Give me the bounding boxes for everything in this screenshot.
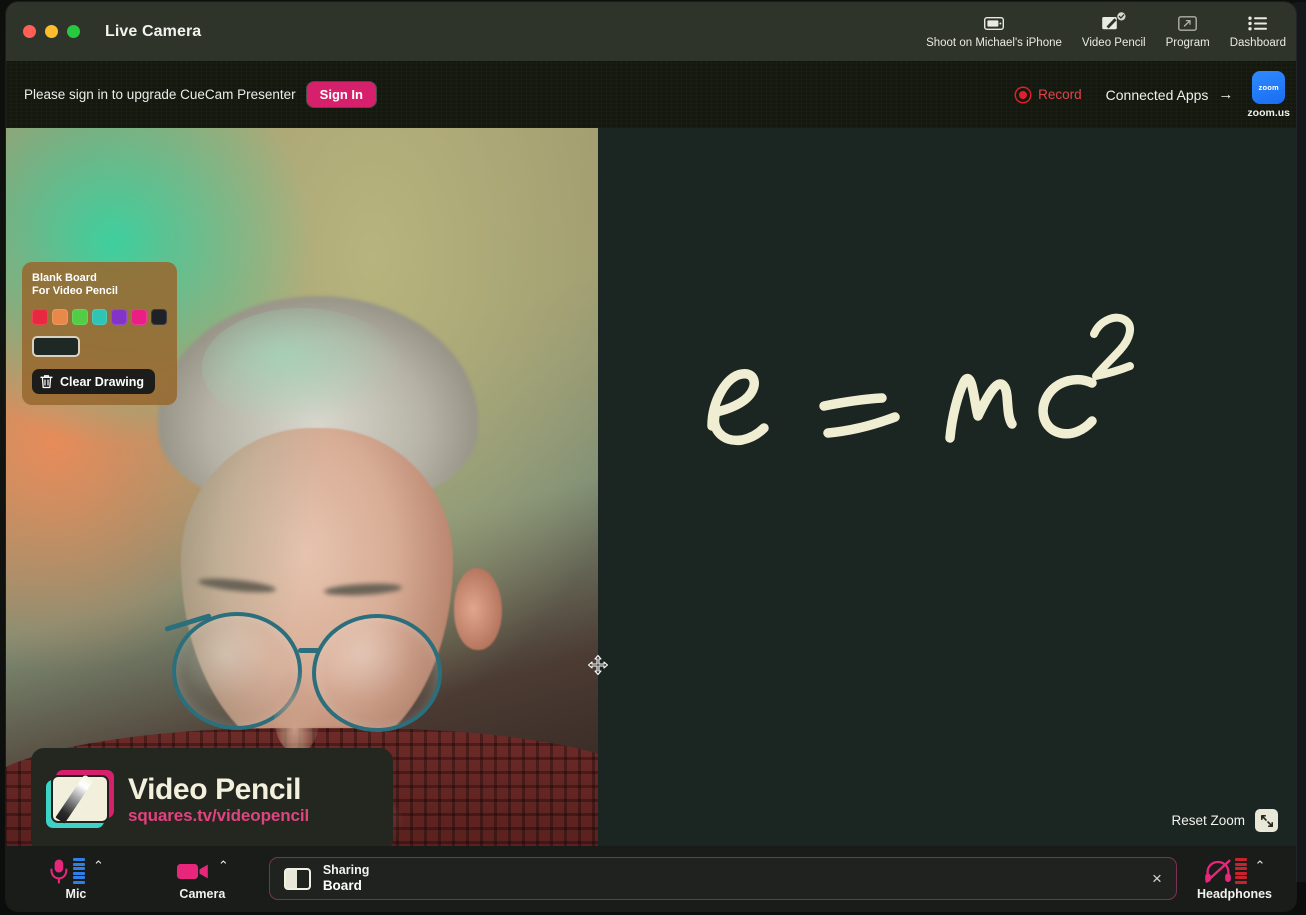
- mic-label: Mic: [65, 887, 87, 901]
- connected-apps-button[interactable]: Connected Apps →: [1106, 86, 1234, 103]
- equation-drawing: [707, 313, 1134, 446]
- microphone-icon: [50, 859, 68, 884]
- reset-zoom-label: Reset Zoom: [1171, 813, 1245, 828]
- board-panel-title: Blank Board: [32, 272, 97, 284]
- zoom-app-icon: zoom: [1252, 70, 1286, 104]
- toolbar-label-video-pencil: Video Pencil: [1081, 37, 1146, 49]
- clear-drawing-label: Clear Drawing: [60, 374, 145, 389]
- glasses-lens-right: [312, 614, 442, 732]
- video-pencil-url: squares.tv/videopencil: [128, 805, 310, 825]
- close-window-button[interactable]: [23, 25, 36, 38]
- toolbar-item-program[interactable]: Program: [1156, 2, 1220, 49]
- share-icon-dark-half: [297, 869, 309, 888]
- camera-device-control[interactable]: ⌃ Camera: [176, 856, 229, 901]
- headphones-level-meter: [1234, 858, 1247, 884]
- maximize-window-button[interactable]: [67, 25, 80, 38]
- toolbar-item-dashboard[interactable]: Dashboard: [1220, 2, 1296, 49]
- record-dot-icon: [1016, 87, 1031, 102]
- record-label: Record: [1038, 87, 1082, 102]
- dashboard-list-icon: [1248, 12, 1268, 34]
- record-button[interactable]: Record: [1016, 87, 1082, 102]
- camera-row: ⌃: [176, 856, 229, 886]
- stop-sharing-close-icon[interactable]: ×: [1152, 870, 1162, 887]
- color-swatch-0[interactable]: [32, 309, 48, 325]
- split-board-icon: [283, 867, 311, 890]
- video-pencil-icon: [1101, 12, 1127, 34]
- iphone-landscape-icon: [983, 12, 1004, 34]
- zoom-app-caption: zoom.us: [1247, 106, 1290, 119]
- board-panel-subtitle: For Video Pencil: [32, 285, 118, 297]
- zoom-tile-text: zoom: [1258, 82, 1279, 92]
- mic-row: ⌃: [48, 856, 104, 886]
- live-camera-window: Live Camera Shoot on Michael's iPhone Vi…: [6, 2, 1296, 911]
- banner-actions: Record Connected Apps → zoom zoom.us: [1016, 70, 1296, 119]
- window-toolbar: Shoot on Michael's iPhone Video Pencil P…: [916, 2, 1296, 61]
- desktop-backdrop: Live Camera Shoot on Michael's iPhone Vi…: [0, 0, 1306, 915]
- video-camera-icon: [176, 864, 208, 879]
- stage: Blank Board For Video Pencil Clear Drawi…: [6, 128, 1296, 846]
- upgrade-banner: Please sign in to upgrade CueCam Present…: [6, 61, 1296, 128]
- mic-device-control[interactable]: ⌃ Mic: [48, 856, 104, 901]
- minimize-window-button[interactable]: [45, 25, 58, 38]
- window-controls: [23, 25, 80, 38]
- drawing-board[interactable]: Reset Zoom: [598, 128, 1296, 846]
- current-color-swatch[interactable]: [32, 336, 80, 357]
- video-pencil-name: Video Pencil: [128, 772, 302, 806]
- hair-highlight: [202, 308, 402, 428]
- zoom-app-button[interactable]: zoom zoom.us: [1247, 70, 1290, 119]
- headphones-row: ⌃: [1204, 856, 1266, 886]
- headphones-device-control[interactable]: ⌃ Headphones: [1197, 856, 1272, 901]
- video-pencil-branding-card: Video Pencil squares.tv/videopencil: [31, 748, 393, 846]
- headphones-label: Headphones: [1196, 887, 1272, 901]
- device-bottom-bar: ⌃ Mic ⌃ Camera Sharing Board × ⌃ Headpho…: [6, 846, 1296, 911]
- glasses-bridge: [298, 648, 320, 653]
- sharing-source-label: Board: [322, 878, 362, 893]
- blank-board-panel[interactable]: Blank Board For Video Pencil Clear Drawi…: [22, 262, 177, 405]
- program-icon: [1178, 12, 1198, 34]
- resize-diagonal-icon: [1255, 809, 1278, 832]
- mic-level-meter: [73, 858, 85, 884]
- sharing-text-block: Sharing Board: [323, 863, 370, 894]
- camera-label: Camera: [179, 887, 226, 901]
- color-swatch-4[interactable]: [111, 309, 128, 325]
- trash-icon: [40, 375, 53, 389]
- camera-chevron-up-icon[interactable]: ⌃: [218, 858, 229, 874]
- color-swatch-5[interactable]: [131, 309, 148, 325]
- reset-zoom-button[interactable]: Reset Zoom: [1171, 809, 1278, 832]
- toolbar-label-shoot-on-iphone: Shoot on Michael's iPhone: [926, 37, 1062, 49]
- camera-preview[interactable]: Blank Board For Video Pencil Clear Drawi…: [6, 128, 598, 846]
- toolbar-item-shoot-on-iphone[interactable]: Shoot on Michael's iPhone: [916, 2, 1072, 49]
- title-bar: Live Camera Shoot on Michael's iPhone Vi…: [6, 2, 1296, 61]
- sign-in-button[interactable]: Sign In: [306, 82, 376, 107]
- toolbar-label-dashboard: Dashboard: [1229, 37, 1286, 49]
- toolbar-item-video-pencil[interactable]: Video Pencil: [1072, 2, 1156, 49]
- color-swatch-3[interactable]: [91, 309, 108, 325]
- headphones-chevron-up-icon[interactable]: ⌃: [1255, 858, 1266, 874]
- clear-drawing-button[interactable]: Clear Drawing: [32, 369, 156, 394]
- sharing-status-bar[interactable]: Sharing Board ×: [268, 857, 1177, 900]
- color-swatch-6[interactable]: [151, 309, 168, 325]
- color-palette: [32, 309, 168, 325]
- person-nose: [274, 668, 320, 752]
- sharing-status-label: Sharing: [322, 863, 370, 877]
- color-swatch-1[interactable]: [51, 309, 68, 325]
- window-title: Live Camera: [105, 22, 202, 40]
- connected-apps-label: Connected Apps: [1105, 86, 1209, 103]
- headphones-muted-icon: [1204, 859, 1231, 883]
- video-pencil-logo-icon: [45, 770, 115, 830]
- video-pencil-text-block: Video Pencil squares.tv/videopencil: [128, 774, 309, 827]
- arrow-right-icon: →: [1218, 86, 1234, 103]
- share-icon-light-half: [286, 870, 298, 888]
- color-swatch-2[interactable]: [71, 309, 88, 325]
- mic-chevron-up-icon[interactable]: ⌃: [93, 858, 104, 874]
- signin-message: Please sign in to upgrade CueCam Present…: [24, 87, 296, 102]
- toolbar-label-program: Program: [1165, 37, 1210, 49]
